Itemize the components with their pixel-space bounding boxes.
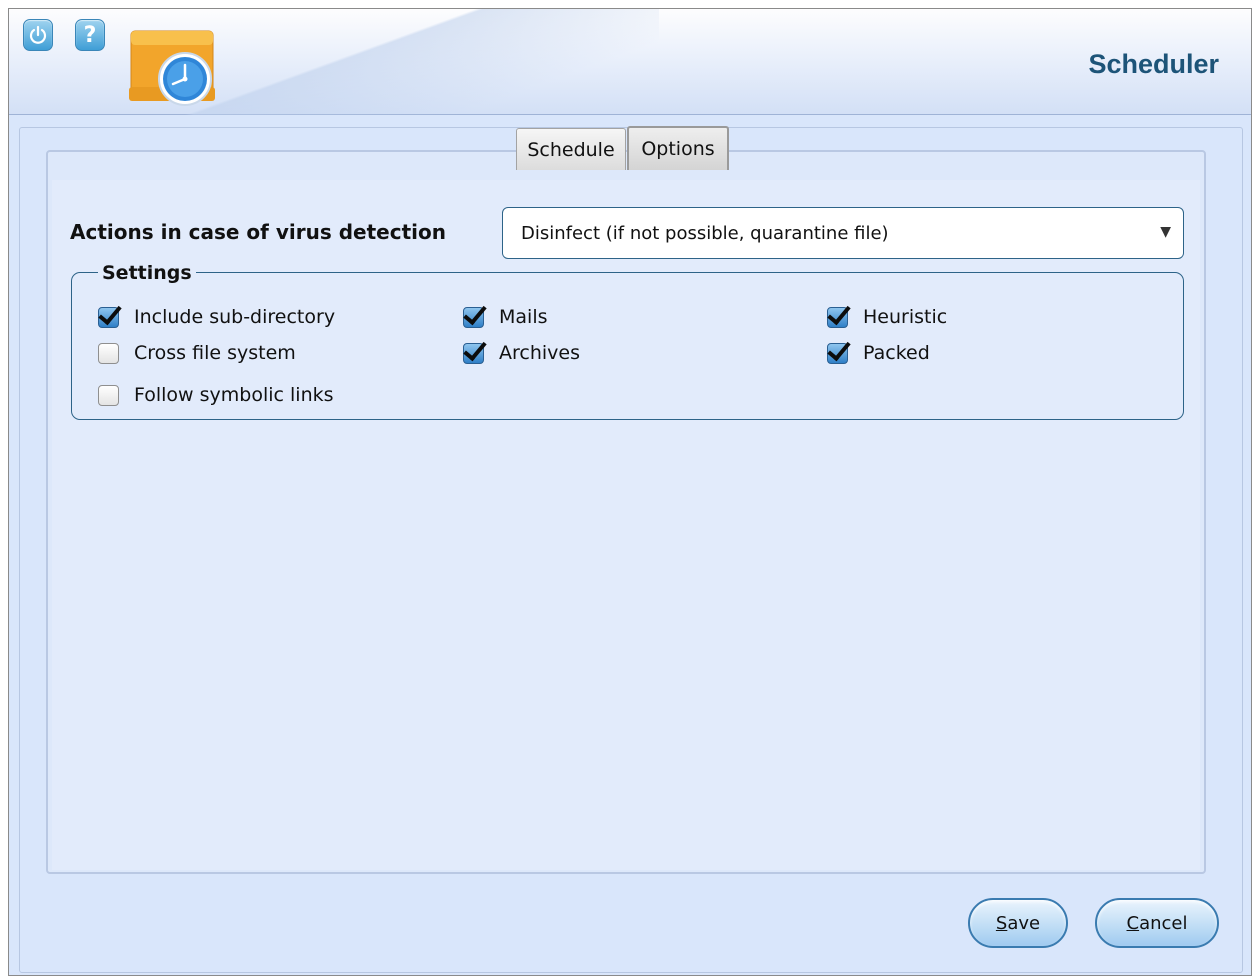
checkbox-label: Heuristic [863, 306, 948, 328]
power-glyph [29, 25, 47, 44]
tab-bar: Schedule Options [516, 126, 729, 172]
checkbox-include-sub-directory[interactable]: Include sub-directory [98, 306, 335, 328]
scheduler-clock-icon [127, 29, 219, 109]
checkbox-unchecked-icon[interactable] [98, 384, 119, 406]
settings-legend: Settings [98, 262, 196, 284]
tab-options[interactable]: Options [627, 126, 729, 170]
checkbox-checked-icon[interactable] [463, 342, 484, 364]
chevron-down-icon: ▼ [1160, 224, 1171, 240]
page-title: Scheduler [1088, 49, 1219, 79]
checkbox-label: Include sub-directory [134, 306, 336, 328]
virus-action-select[interactable]: Disinfect (if not possible, quarantine f… [502, 207, 1184, 259]
header-decoration [159, 9, 659, 115]
header-bar: ? Scheduler [9, 9, 1251, 115]
checkbox-heuristic[interactable]: Heuristic [827, 306, 947, 328]
help-icon[interactable]: ? [75, 19, 105, 51]
checkbox-packed[interactable]: Packed [827, 342, 930, 364]
save-button[interactable]: Save [968, 898, 1068, 948]
virus-action-value: Disinfect (if not possible, quarantine f… [521, 222, 889, 244]
checkbox-checked-icon[interactable] [463, 306, 484, 328]
cancel-button[interactable]: Cancel [1095, 898, 1219, 948]
tab-schedule[interactable]: Schedule [516, 128, 626, 170]
checkbox-checked-icon[interactable] [827, 342, 848, 364]
checkbox-label: Mails [499, 306, 548, 328]
save-mnemonic: S [995, 912, 1008, 934]
checkbox-cross-file-system[interactable]: Cross file system [98, 342, 296, 364]
save-label: ave [1007, 912, 1041, 934]
checkbox-mails[interactable]: Mails [463, 306, 548, 328]
power-icon[interactable] [23, 19, 53, 51]
checkbox-unchecked-icon[interactable] [98, 342, 119, 364]
checkbox-label: Cross file system [134, 342, 296, 364]
checkbox-archives[interactable]: Archives [463, 342, 580, 364]
checkbox-checked-icon[interactable] [98, 306, 119, 328]
checkbox-label: Packed [863, 342, 930, 364]
cancel-mnemonic: C [1126, 912, 1140, 934]
checkbox-follow-symbolic-links[interactable]: Follow symbolic links [98, 384, 334, 406]
cancel-label: ancel [1139, 912, 1188, 934]
checkbox-label: Archives [499, 342, 580, 364]
checkbox-checked-icon[interactable] [827, 306, 848, 328]
checkbox-label: Follow symbolic links [134, 384, 334, 406]
virus-action-label: Actions in case of virus detection [70, 220, 446, 244]
